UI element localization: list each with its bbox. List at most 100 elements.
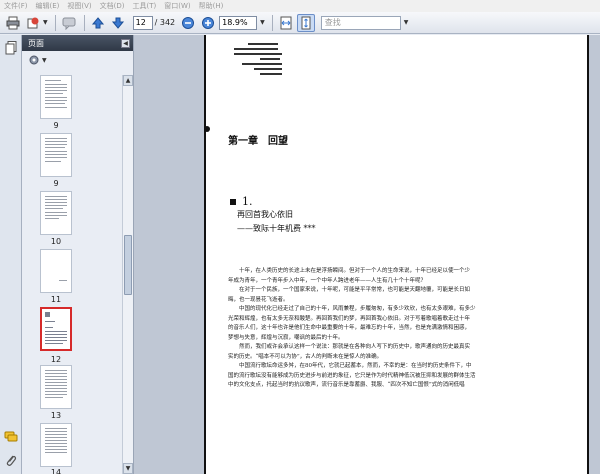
- section-square-icon: [230, 199, 236, 205]
- paragraph: 国的流行歌坛没有能够成为历史进步与前进的象征，它只是作为时代精神低沉被压抑和发展…: [228, 372, 476, 379]
- comments-panel-toggle[interactable]: [4, 430, 18, 444]
- previous-page-button[interactable]: [89, 14, 107, 32]
- paragraph: 光荣和辉煌，也有太多无奈和酸楚。再回首我们的梦，再回首我心依旧。对于写着歌唱着歌…: [228, 315, 471, 322]
- page-thumbnail-label: 14: [50, 468, 62, 474]
- thumbnail-list: 9 9 10 11 12 13 14: [22, 75, 122, 474]
- pages-panel: 页面 ◀ ▼ 9 9 10 11 12 13 14 ▲ ▼: [22, 35, 134, 474]
- page-thumbnail-label: 10: [50, 237, 62, 246]
- page-thumbnail[interactable]: [40, 423, 72, 467]
- page-thumbnail-label: 12: [50, 355, 62, 364]
- paragraph: 中国流行歌坛命运多舛，在80年代，它就已起蓄本，然而，不幸的是：在当时的历史条件…: [239, 363, 472, 369]
- chapter-bullet: [204, 126, 210, 132]
- thumbnail-preview: [45, 312, 67, 344]
- options-icon[interactable]: [28, 54, 40, 66]
- pages-icon: [5, 41, 17, 55]
- paperclip-icon: [6, 455, 17, 466]
- thumbnail-preview: [59, 280, 67, 281]
- page-thumbnail[interactable]: [40, 249, 72, 293]
- page-thumbnail[interactable]: [40, 365, 72, 409]
- page-thumbnail-selected[interactable]: [40, 307, 72, 351]
- thumbnail-preview: [45, 138, 67, 162]
- pages-panel-title: 页面: [28, 38, 44, 48]
- paragraph: 在对于一个民族，一个国家来说，十年呢，可能是平平常常，也可能是天翻地覆，可能是长…: [239, 287, 471, 293]
- menu-help[interactable]: 帮助(H): [199, 0, 224, 12]
- menu-window[interactable]: 窗口(W): [164, 0, 190, 12]
- page-thumbnail-label: 9: [53, 121, 59, 130]
- menu-document[interactable]: 文档(D): [100, 0, 125, 12]
- menu-bar: 文件(F) 编辑(E) 视图(V) 文档(D) 工具(T) 窗口(W) 帮助(H…: [0, 0, 600, 12]
- paragraph: 中国的现代化已经走过了自己的十年，风雨兼程，步履匆匆，有多少欢欣，也有太多艰难，…: [239, 306, 476, 312]
- panel-options: ▼: [22, 51, 133, 69]
- chapter-title: 第一章 回望: [228, 136, 288, 147]
- section-subtitle: 再回首我心依旧: [237, 210, 293, 219]
- page-total: / 342: [154, 18, 176, 27]
- section-title: 1.: [230, 195, 253, 208]
- share-button[interactable]: [24, 14, 42, 32]
- pages-panel-header: 页面 ◀: [22, 35, 133, 51]
- document-view[interactable]: 第一章 回望 1. 再回首我心依旧 ——致际十年机费 *** 十年，在人类历史的…: [134, 35, 600, 474]
- page-thumbnail[interactable]: [40, 75, 72, 119]
- paragraph: 的音乐人们，这十年也许是他们生命中最重要的十年，最难忘的十年，当然，也是充满激情…: [228, 325, 471, 331]
- comment-button[interactable]: [60, 14, 78, 32]
- scroll-down-button[interactable]: ▼: [123, 463, 133, 474]
- chevron-down-icon: ▼: [125, 465, 131, 472]
- pages-panel-toggle[interactable]: [4, 41, 18, 55]
- document-page: 第一章 回望 1. 再回首我心依旧 ——致际十年机费 *** 十年，在人类历史的…: [204, 35, 589, 474]
- zoom-out-icon: [182, 16, 195, 29]
- zoom-level-input[interactable]: 18.9%: [219, 15, 258, 30]
- page-thumbnail-label: 13: [50, 411, 62, 420]
- thumbnail-preview: [45, 196, 67, 219]
- share-dropdown-icon[interactable]: ▼: [43, 19, 48, 26]
- paragraph: 晦，也一现昙花飞逝者。: [228, 296, 289, 303]
- zoom-in-icon: [202, 16, 215, 29]
- paragraph: 实的历史。“唱本不可以为协”，古人的判断未在是惊人的准确。: [228, 353, 383, 360]
- paragraph: 十年，在人类历史的长途上未在是浮扬瞬间。但对于一个人的生命来说，十年已经足以使一…: [239, 268, 471, 274]
- menu-view[interactable]: 视图(V): [67, 0, 91, 12]
- fit-width-icon: [280, 16, 292, 29]
- section-number: 1.: [242, 195, 253, 208]
- paragraph: 梦想与失意，辉煌与沉寂，嘲讽的最后的十年。: [228, 334, 344, 341]
- zoom-dropdown-icon[interactable]: ▼: [260, 19, 265, 26]
- paragraph: 然而，我们或许会承认这样一个说法：那就是在各种向人写下的历史中，歌声通向的历史最…: [239, 344, 471, 350]
- zoom-in-button[interactable]: [199, 14, 217, 32]
- collapse-panel-button[interactable]: ◀: [121, 38, 130, 48]
- paragraph: 年成为青年，一个青年步入中年，一个中年人跨进老年——人生有几十个十年呢？: [228, 277, 427, 284]
- thumbnail-scrollbar[interactable]: ▲ ▼: [122, 75, 133, 474]
- arrow-up-icon: [91, 16, 104, 28]
- section-byline: ——致际十年机费 ***: [237, 224, 316, 233]
- scroll-up-button[interactable]: ▲: [123, 75, 133, 86]
- paragraph: 中的文化支点，托起当时的抗议歌声，流行音乐是靠蓄爵、我服、“四次不知亡国恨”式的…: [228, 382, 465, 388]
- thumbnail-preview: [45, 428, 67, 453]
- fit-page-icon: [301, 16, 311, 29]
- print-button[interactable]: [4, 14, 22, 32]
- page-number-input[interactable]: 12: [132, 15, 153, 30]
- next-page-button[interactable]: [109, 14, 127, 32]
- navigation-rail: [0, 35, 22, 474]
- comment-icon: [62, 17, 76, 30]
- page-thumbnail-label: 9: [53, 179, 59, 188]
- fit-page-button[interactable]: [296, 13, 315, 32]
- search-input[interactable]: 查找: [320, 15, 401, 30]
- zoom-out-button[interactable]: [179, 14, 197, 32]
- chevron-up-icon: ▲: [125, 77, 131, 84]
- page-thumbnail-label: 11: [50, 295, 62, 304]
- page-header-graphic: [234, 43, 284, 78]
- options-dropdown-icon[interactable]: ▼: [42, 57, 47, 64]
- toolbar: ▼ 12 / 342 18.9% ▼ 查找 ▼: [0, 12, 600, 34]
- body-text: 十年，在人类历史的长途上未在是浮扬瞬间。但对于一个人的生命来说，十年已经足以使一…: [228, 267, 588, 391]
- fit-width-button[interactable]: [277, 14, 295, 32]
- menu-edit[interactable]: 编辑(E): [36, 0, 60, 12]
- comment-bubble-icon: [4, 431, 18, 442]
- page-thumbnail[interactable]: [40, 191, 72, 235]
- thumbnail-preview: [45, 80, 67, 108]
- attachments-panel-toggle[interactable]: [4, 453, 18, 467]
- scrollbar-thumb[interactable]: [124, 235, 132, 295]
- chevron-left-icon: ◀: [123, 39, 128, 47]
- share-icon: [27, 17, 39, 28]
- page-thumbnail[interactable]: [40, 133, 72, 177]
- arrow-down-icon: [111, 17, 124, 29]
- search-dropdown-icon[interactable]: ▼: [404, 19, 409, 26]
- menu-file[interactable]: 文件(F): [4, 0, 28, 12]
- menu-tools[interactable]: 工具(T): [133, 0, 157, 12]
- printer-icon: [6, 16, 20, 29]
